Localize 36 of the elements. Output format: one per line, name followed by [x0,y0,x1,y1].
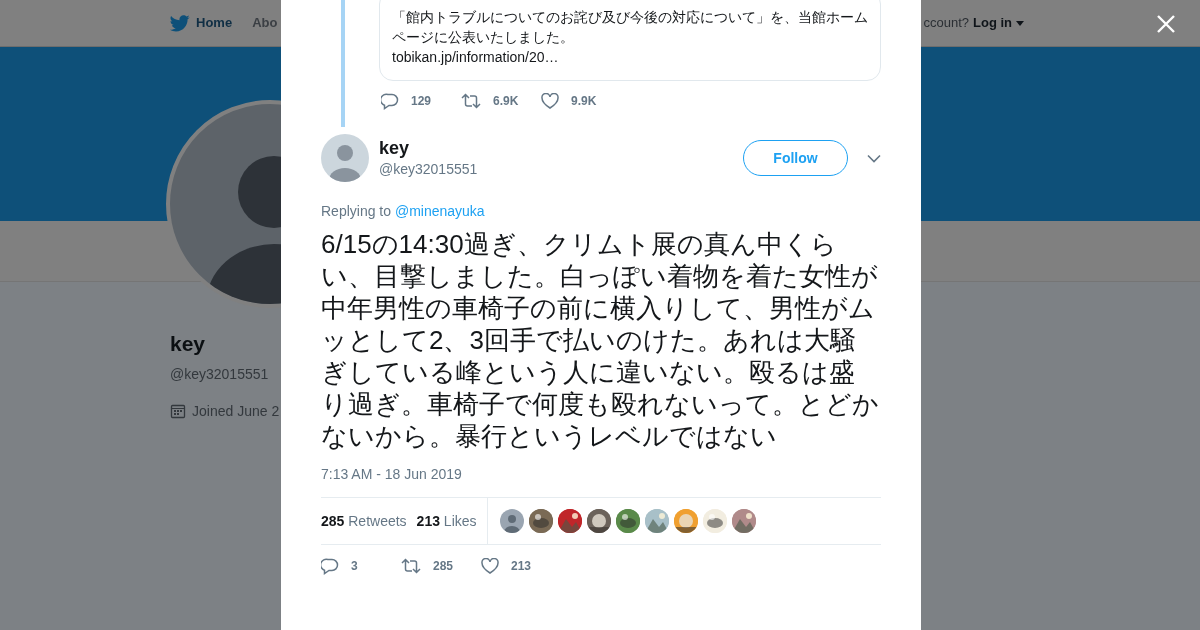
avatar[interactable] [321,134,369,182]
bird-icon [170,14,190,32]
like-button[interactable]: 213 [481,557,561,575]
nav-link[interactable]: Home [170,13,233,33]
likes-count[interactable]: 213 Likes [416,510,477,532]
avatar[interactable] [499,509,524,533]
mention-link[interactable]: @minenayuka [394,203,485,219]
close-icon [1156,14,1176,34]
reply-icon [321,557,339,575]
profile-handle: @key32015551 [170,364,269,384]
like-button[interactable]: 9.9K [541,92,621,110]
heart-icon [541,93,559,109]
joined-date: Joined June 2 [192,401,280,421]
replying-to-text: Replying to @minenayuka [321,202,486,221]
tweet-text: 6/15の14:30過ぎ、クリムト展の真ん中くらい、目撃しました。白っぽい着物を着た女性が中年男性の車椅子の前に横入りして、男性がムッとして2、3回手で払いのけた。あれは大騒ぎしている峰という人に違いない。殴るは盛り過ぎ。車椅子で何度も殴れないって。とどかないから。暴行というレベルではない [321,228,880,452]
retweet-button[interactable]: 285 [401,557,481,575]
retweet-icon [401,558,421,574]
retweet-button[interactable]: 6.9K [461,92,541,110]
heart-icon [481,558,499,574]
reply-icon [381,92,399,110]
quoted-tweet-link[interactable]: tobikan.jp/information/20… [392,47,868,67]
reply-button[interactable]: 129 [381,92,461,110]
retweet-icon [461,93,481,109]
retweets-count[interactable]: 285 Retweets [321,510,407,532]
login-link[interactable]: Log in [973,13,1024,33]
nav-link[interactable]: Abo [252,13,278,33]
account-prompt: ccount? [923,14,969,33]
quoted-tweet-text: 「館内トラブルについてのお詫び及び今後の対応について」を、当館ホームページに公表いたしました。 [392,8,868,47]
caret-icon [1016,20,1024,26]
chevron-down-icon[interactable] [867,153,881,163]
user-handle: @key32015551 [379,159,479,179]
calendar-icon [170,403,186,419]
user-name[interactable]: key [379,136,743,159]
tweet-time: 7:13 AM - 18 Jun 2019 [321,465,463,484]
reply-button[interactable]: 3 [321,557,401,575]
profile-name: key [170,331,206,357]
